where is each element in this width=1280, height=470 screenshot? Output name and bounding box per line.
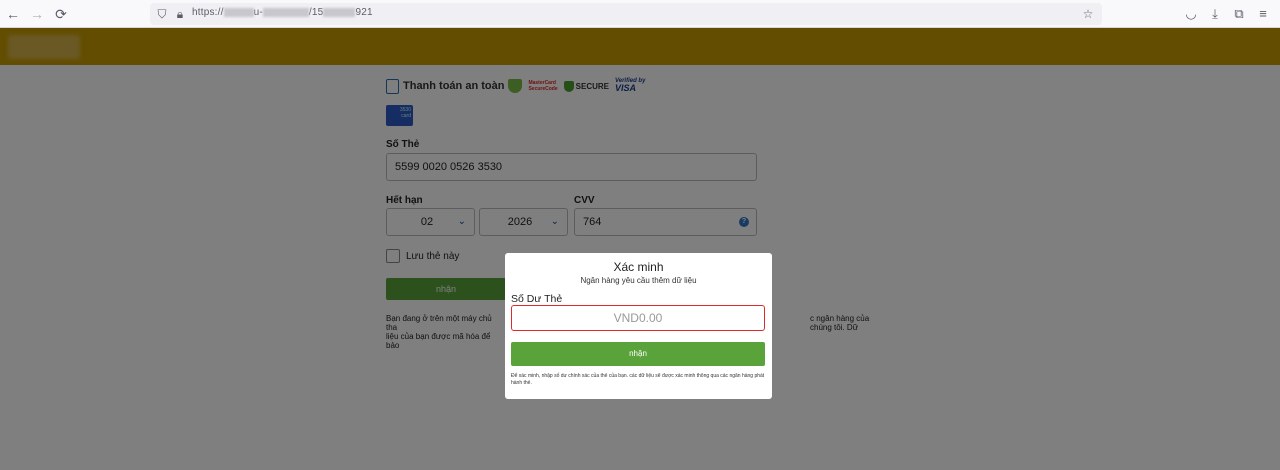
bookmark-star-icon[interactable]: ☆ [1080,5,1096,23]
forward-arrow-icon[interactable]: → [28,5,46,23]
modal-note: Để xác minh, nhập số dư chính xác của th… [511,373,765,386]
modal-title: Xác minh [613,260,664,274]
verification-modal: Xác minh Ngân hàng yêu cầu thêm dữ liệu … [505,253,772,399]
card-balance-label: Số Dư Thẻ [511,293,563,305]
pocket-icon[interactable]: ◡ [1182,5,1200,23]
menu-icon[interactable]: ≡ [1254,5,1272,23]
card-balance-input[interactable]: VND0.00 [511,305,765,331]
download-icon[interactable]: ⤓ [1206,5,1224,23]
reload-icon[interactable]: ⟳ [52,5,70,23]
back-arrow-icon[interactable]: ← [4,5,22,23]
modal-subtitle: Ngân hàng yêu cầu thêm dữ liệu [580,276,697,285]
modal-overlay [0,28,1280,470]
url-bar[interactable]: ⛉ 🔒︎ https://u-/15 921 ☆ [150,3,1102,25]
shield-icon[interactable]: ⛉ [154,5,170,23]
modal-submit-button[interactable]: nhận [511,342,765,366]
url-text: https://u-/15 921 [192,7,373,18]
extensions-icon[interactable]: ⧉ [1230,5,1248,23]
browser-toolbar: ← → ⟳ ⛉ 🔒︎ https://u-/15 921 ☆ ◡ ⤓ ⧉ ≡ [0,0,1280,28]
lock-icon[interactable]: 🔒︎ [172,5,188,23]
